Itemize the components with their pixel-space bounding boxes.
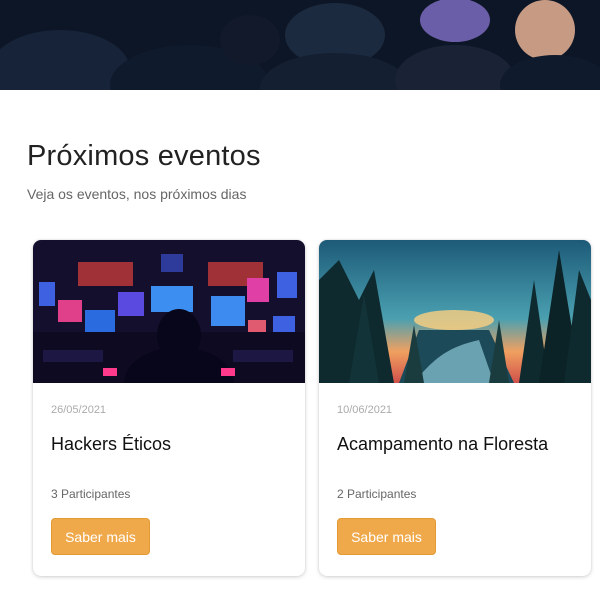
audience-illustration — [0, 0, 600, 90]
event-title: Acampamento na Floresta — [337, 434, 549, 454]
hacker-illustration — [33, 240, 305, 383]
event-participants: 2 Participantes — [337, 487, 417, 501]
page-subtitle: Veja os eventos, nos próximos dias — [27, 186, 247, 202]
saber-mais-button[interactable]: Saber mais — [51, 518, 150, 555]
forest-sunset-illustration — [319, 240, 591, 383]
hero-banner-image — [0, 0, 600, 90]
event-date: 10/06/2021 — [337, 404, 393, 416]
event-card: 10/06/2021 Acampamento na Floresta 2 Par… — [319, 240, 591, 576]
saber-mais-button[interactable]: Saber mais — [337, 518, 436, 555]
event-date: 26/05/2021 — [51, 404, 107, 416]
event-participants: 3 Participantes — [51, 487, 131, 501]
page-title: Próximos eventos — [27, 140, 261, 172]
event-title: Hackers Éticos — [51, 434, 172, 454]
event-card: 26/05/2021 Hackers Éticos 3 Participante… — [33, 240, 305, 576]
